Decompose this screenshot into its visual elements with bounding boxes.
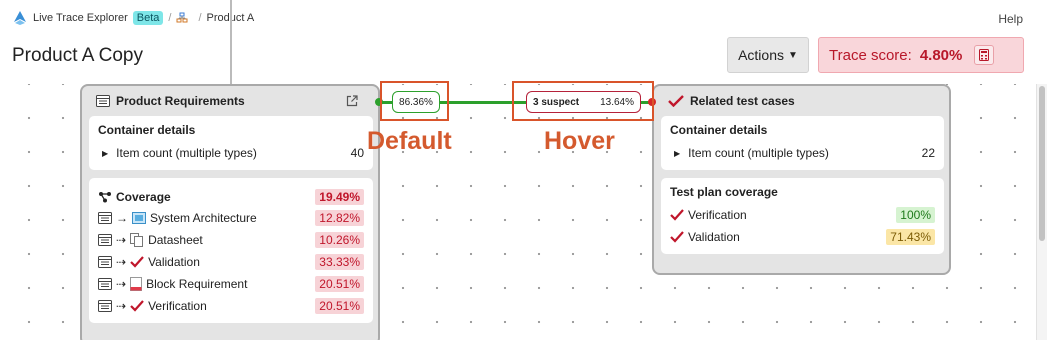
coverage-row[interactable]: → System Architecture 12.82%	[98, 207, 364, 229]
trace-score-badge: Trace score: 4.80%	[818, 37, 1024, 73]
test-plan-row[interactable]: Validation 71.43%	[670, 226, 935, 248]
dashed-arrow-icon: ⇢	[116, 255, 127, 269]
coverage-row[interactable]: ⇢ Validation 33.33%	[98, 251, 364, 273]
test-plan-row-value: 100%	[896, 207, 935, 223]
coverage-row-value: 12.82%	[315, 210, 364, 226]
breadcrumb-separator: /	[168, 12, 172, 24]
test-plan-title: Test plan coverage	[670, 185, 778, 199]
test-plan-row-label: Validation	[688, 230, 740, 244]
coverage-row-label: System Architecture	[150, 211, 257, 225]
expand-triangle-icon[interactable]: ▶	[674, 149, 680, 158]
container-details-title: Container details	[670, 123, 768, 137]
coverage-row-label: Block Requirement	[146, 277, 248, 291]
coverage-row-value: 20.51%	[315, 298, 364, 314]
coverage-total: 19.49%	[315, 189, 364, 205]
container-icon	[98, 278, 112, 290]
container-icon	[98, 234, 112, 246]
checkmark-icon	[670, 209, 684, 221]
coverage-row-value: 10.26%	[315, 232, 364, 248]
container-details-card: Container details ▶ Item count (multiple…	[89, 116, 373, 170]
calculator-button[interactable]	[974, 45, 995, 65]
architecture-icon	[132, 212, 146, 224]
app-name-link[interactable]: Live Trace Explorer	[33, 12, 128, 24]
actions-label: Actions	[738, 47, 784, 63]
open-external-icon[interactable]	[346, 95, 358, 107]
calculator-icon	[979, 49, 990, 61]
coverage-title: Coverage	[116, 190, 171, 204]
checkmark-icon	[130, 300, 144, 312]
checkmark-icon	[130, 256, 144, 268]
coverage-row-value: 20.51%	[315, 276, 364, 292]
node-title: Related test cases	[690, 94, 795, 108]
coverage-row[interactable]: ⇢ Datasheet 10.26%	[98, 229, 364, 251]
test-plan-row-label: Verification	[688, 208, 747, 222]
checkmark-icon	[668, 95, 684, 107]
dashed-arrow-icon: ⇢	[116, 299, 127, 313]
block-requirement-icon	[130, 277, 143, 291]
default-annotation: Default	[367, 127, 452, 155]
coverage-row[interactable]: ⇢ Block Requirement 20.51%	[98, 273, 364, 295]
coverage-row-label: Datasheet	[148, 233, 203, 247]
trace-score-label: Trace score:	[829, 46, 912, 64]
item-count-value: 40	[350, 146, 364, 160]
vertical-scrollbar[interactable]	[1036, 84, 1047, 340]
caret-down-icon: ▼	[788, 49, 798, 61]
hover-highlight-box	[512, 81, 654, 121]
test-plan-row[interactable]: Verification 100%	[670, 204, 935, 226]
container-details-card: Container details ▶ Item count (multiple…	[661, 116, 944, 170]
coverage-row-label: Validation	[148, 255, 200, 269]
item-count-value: 22	[921, 146, 935, 160]
breadcrumb-separator: /	[198, 12, 202, 24]
container-icon	[96, 95, 110, 107]
scrollbar-thumb[interactable]	[1039, 86, 1045, 241]
product-requirements-node[interactable]: Product Requirements Container details ▶…	[80, 84, 380, 340]
test-plan-coverage-card: Test plan coverage Verification 100% Val…	[661, 178, 944, 254]
dashed-arrow-icon: ⇢	[116, 277, 127, 291]
item-count-label: Item count (multiple types)	[688, 146, 829, 160]
container-icon	[98, 256, 112, 268]
node-header: Product Requirements	[82, 86, 378, 116]
coverage-icon	[99, 192, 111, 203]
related-test-cases-node[interactable]: Related test cases Container details ▶ I…	[652, 84, 951, 275]
container-icon	[98, 212, 112, 224]
coverage-header: Coverage 19.49%	[98, 187, 364, 207]
page-title: Product A Copy	[12, 45, 143, 66]
hover-annotation: Hover	[544, 127, 615, 155]
checkmark-icon	[670, 231, 684, 243]
dashed-arrow-icon: ⇢	[116, 233, 127, 247]
coverage-row-label: Verification	[148, 299, 207, 313]
expand-triangle-icon[interactable]: ▶	[102, 149, 108, 158]
node-title: Product Requirements	[116, 94, 245, 108]
connector-line	[230, 0, 232, 84]
breadcrumb: Live Trace Explorer Beta / / Product A	[12, 10, 254, 26]
test-plan-row-value: 71.43%	[886, 229, 935, 245]
product-icon	[176, 12, 188, 23]
app-logo-icon	[14, 11, 26, 25]
datasheet-icon	[130, 233, 144, 247]
coverage-row-value: 33.33%	[315, 254, 364, 270]
item-count-row[interactable]: ▶ Item count (multiple types) 40	[98, 142, 364, 164]
item-count-row[interactable]: ▶ Item count (multiple types) 22	[670, 142, 935, 164]
actions-button[interactable]: Actions ▼	[727, 37, 809, 73]
coverage-card: Coverage 19.49% → System Architecture 12…	[89, 178, 373, 323]
beta-badge: Beta	[132, 11, 164, 25]
item-count-label: Item count (multiple types)	[116, 146, 257, 160]
trace-score-value: 4.80%	[919, 46, 963, 64]
container-details-title: Container details	[98, 123, 196, 137]
node-header: Related test cases	[654, 86, 949, 116]
container-icon	[98, 300, 112, 312]
top-bar: Live Trace Explorer Beta / / Product A H…	[0, 0, 1047, 84]
solid-arrow-icon: →	[116, 211, 128, 225]
coverage-row[interactable]: ⇢ Verification 20.51%	[98, 295, 364, 317]
default-highlight-box	[380, 81, 449, 121]
help-link[interactable]: Help	[998, 12, 1023, 26]
